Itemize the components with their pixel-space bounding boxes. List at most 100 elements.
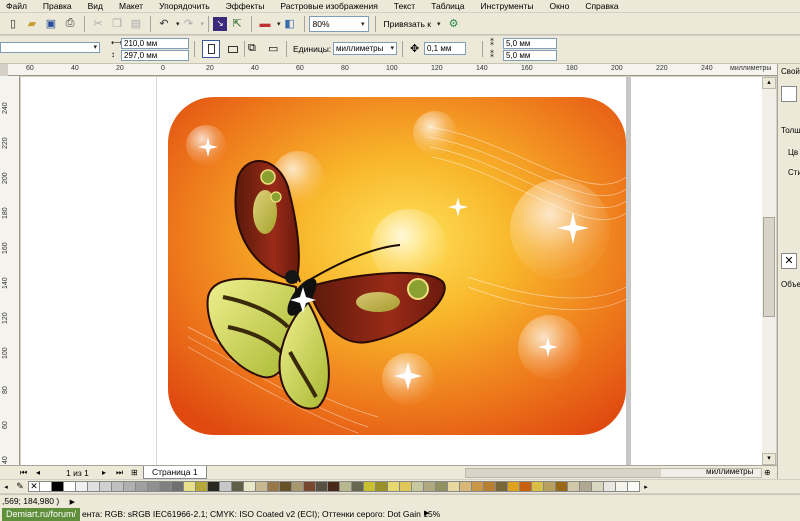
color-swatch[interactable] — [100, 481, 112, 492]
menu-item-8[interactable]: Таблица — [431, 1, 470, 11]
color-swatch[interactable] — [604, 481, 616, 492]
color-swatch[interactable] — [316, 481, 328, 492]
color-swatch[interactable] — [400, 481, 412, 492]
color-swatch[interactable] — [424, 481, 436, 492]
cut-icon[interactable]: ✂ — [89, 15, 107, 33]
all-pages-icon[interactable]: ⧉ — [248, 42, 256, 55]
color-swatch[interactable] — [196, 481, 208, 492]
current-page-icon[interactable]: ▭ — [268, 42, 278, 55]
color-swatch[interactable] — [460, 481, 472, 492]
color-swatch[interactable] — [88, 481, 100, 492]
menu-item-3[interactable]: Макет — [119, 1, 149, 11]
color-swatch[interactable] — [376, 481, 388, 492]
eyedropper-icon[interactable]: ✎ — [12, 481, 28, 492]
drawing-canvas[interactable] — [21, 77, 776, 465]
expand-arrow-icon[interactable]: ▶ — [70, 499, 75, 506]
horizontal-ruler[interactable]: миллиметры 60 40 20 0 20 40 60 80 100 120 140 160 18… — [8, 64, 780, 76]
color-swatch[interactable] — [352, 481, 364, 492]
color-swatch[interactable] — [364, 481, 376, 492]
color-swatch[interactable] — [244, 481, 256, 492]
copy-icon[interactable]: ❐ — [108, 15, 126, 33]
color-swatch[interactable] — [40, 481, 52, 492]
chevron-down-icon[interactable]: ▾ — [437, 20, 441, 28]
color-swatch[interactable] — [208, 481, 220, 492]
color-swatch[interactable] — [124, 481, 136, 492]
color-swatch[interactable] — [304, 481, 316, 492]
menu-item-0[interactable]: Файл — [6, 1, 33, 11]
duplicate-x-field[interactable]: 5,0 мм — [503, 38, 557, 49]
color-swatch[interactable] — [280, 481, 292, 492]
profile-arrow-icon[interactable]: ▶ — [424, 508, 429, 520]
duplicate-y-field[interactable]: 5,0 мм — [503, 50, 557, 61]
landscape-button[interactable] — [224, 40, 242, 58]
menu-item-1[interactable]: Правка — [43, 1, 78, 11]
first-page-icon[interactable]: ⏮ — [20, 468, 27, 478]
docker-tab-icon[interactable] — [781, 86, 797, 102]
page-width-field[interactable]: 210,0 мм — [121, 38, 189, 49]
color-swatch[interactable] — [172, 481, 184, 492]
color-swatch[interactable] — [412, 481, 424, 492]
menu-item-4[interactable]: Упорядочить — [159, 1, 216, 11]
color-swatch[interactable] — [628, 481, 640, 492]
paper-type-dropdown[interactable]: ▾ — [0, 42, 100, 53]
menu-item-7[interactable]: Текст — [394, 1, 421, 11]
page-height-field[interactable]: 297,0 мм — [121, 50, 189, 61]
scroll-down-arrow[interactable]: ▾ — [762, 453, 776, 465]
menu-item-5[interactable]: Эффекты — [226, 1, 271, 11]
color-swatch[interactable] — [388, 481, 400, 492]
scroll-thumb[interactable] — [763, 217, 775, 317]
color-swatch[interactable] — [544, 481, 556, 492]
color-swatch[interactable] — [592, 481, 604, 492]
next-page-icon[interactable]: ▸ — [102, 468, 106, 477]
butterfly-artwork[interactable] — [168, 97, 648, 442]
color-swatch[interactable] — [448, 481, 460, 492]
color-swatch[interactable] — [568, 481, 580, 492]
units-dropdown[interactable]: миллиметры ▾ — [333, 42, 397, 55]
color-swatch[interactable] — [472, 481, 484, 492]
zoom-dropdown[interactable]: 80% ▾ — [308, 15, 369, 32]
menu-item-9[interactable]: Инструменты — [481, 1, 540, 11]
color-swatch[interactable] — [292, 481, 304, 492]
color-swatch[interactable] — [52, 481, 64, 492]
color-swatch[interactable] — [184, 481, 196, 492]
palette-scroll-right-icon[interactable]: ▸ — [640, 483, 652, 491]
color-swatch[interactable] — [136, 481, 148, 492]
new-doc-icon[interactable]: ▯ — [4, 15, 22, 33]
application-launcher-icon[interactable]: ▬ — [256, 15, 274, 33]
vertical-ruler[interactable]: 240 220 200 180 160 140 120 100 80 60 40 — [0, 76, 20, 465]
portrait-button[interactable] — [202, 40, 220, 58]
snap-to-label[interactable]: Привязать к — [384, 19, 431, 29]
color-swatch[interactable] — [616, 481, 628, 492]
color-swatch[interactable] — [112, 481, 124, 492]
color-swatch[interactable] — [220, 481, 232, 492]
menu-item-2[interactable]: Вид — [88, 1, 109, 11]
hscroll-thumb[interactable] — [466, 469, 661, 477]
no-fill-swatch[interactable]: ✕ — [28, 481, 40, 492]
color-swatch[interactable] — [340, 481, 352, 492]
scroll-up-arrow[interactable]: ▴ — [762, 77, 776, 89]
undo-icon[interactable]: ↶ — [155, 15, 173, 33]
add-page-icon[interactable]: ⊞ — [131, 468, 138, 477]
welcome-screen-icon[interactable]: ◧ — [281, 15, 299, 33]
options-icon[interactable]: ⚙ — [445, 15, 463, 33]
color-swatch[interactable] — [160, 481, 172, 492]
export-icon[interactable]: ⇱ — [228, 15, 246, 33]
color-swatch[interactable] — [148, 481, 160, 492]
color-swatch[interactable] — [76, 481, 88, 492]
color-swatch[interactable] — [328, 481, 340, 492]
paste-icon[interactable]: ▤ — [127, 15, 145, 33]
color-swatch[interactable] — [256, 481, 268, 492]
menu-item-10[interactable]: Окно — [550, 1, 576, 11]
last-page-icon[interactable]: ⏭ — [116, 468, 123, 478]
nudge-distance-field[interactable]: 0,1 мм — [424, 42, 466, 55]
color-swatch[interactable] — [268, 481, 280, 492]
color-swatch[interactable] — [532, 481, 544, 492]
menu-item-6[interactable]: Растровые изображения — [280, 1, 383, 11]
zoom-fit-icon[interactable]: ⊕ — [764, 468, 771, 477]
vertical-scrollbar[interactable]: ▴ ▾ — [762, 77, 776, 465]
color-swatch[interactable] — [64, 481, 76, 492]
close-icon[interactable]: ✕ — [781, 253, 797, 269]
color-swatch[interactable] — [232, 481, 244, 492]
color-swatch[interactable] — [496, 481, 508, 492]
color-swatch[interactable] — [484, 481, 496, 492]
